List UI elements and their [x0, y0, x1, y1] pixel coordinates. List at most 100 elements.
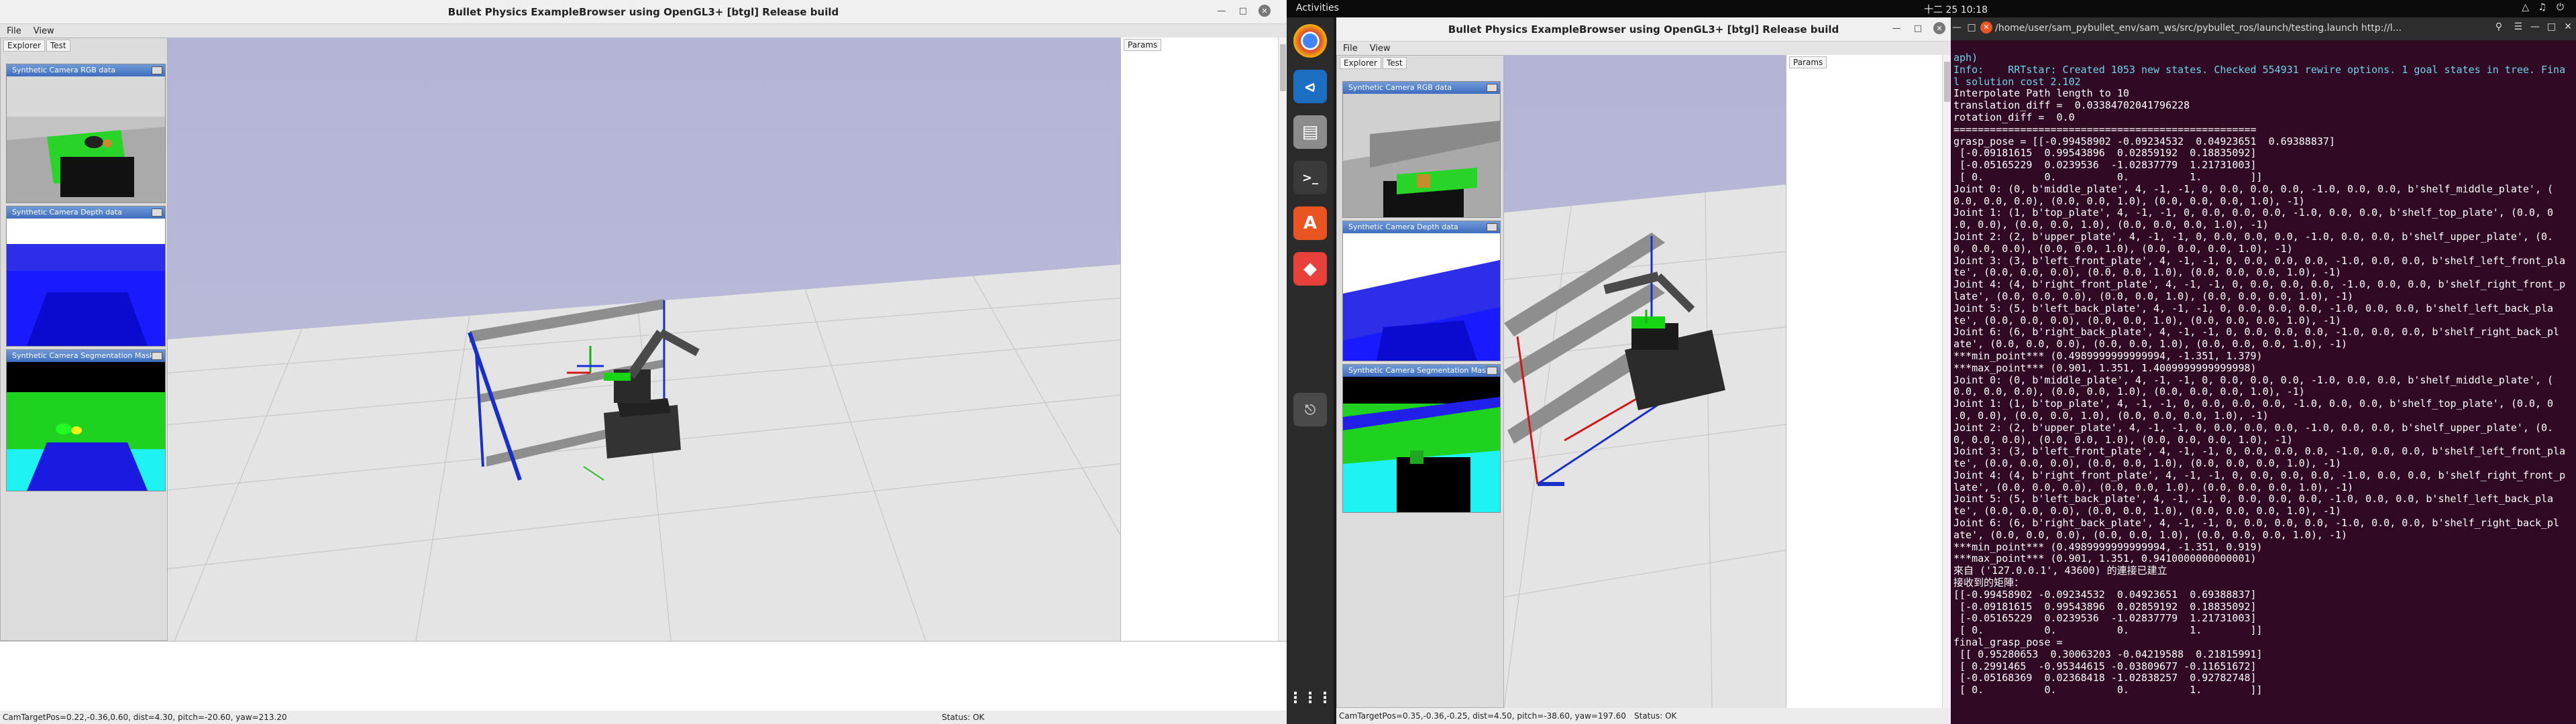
terminal-line: [ 0.2991465 -0.95344615 -0.03809677 -0.1… [1953, 660, 2257, 672]
menu-view[interactable]: View [1370, 44, 1391, 54]
vertical-scrollbar[interactable] [1942, 55, 1951, 708]
terminal-line: 0, 0.0, 0.0), (0.0, 0.0, 1.0), (0.0, 0.0… [1953, 243, 2293, 255]
depth-image [7, 219, 165, 346]
camera-status: CamTargetPos=0.22,-0.36,0.60, dist=4.30,… [3, 713, 287, 722]
terminal-line: Joint 3: (3, b'left_front_plate', 4, -1,… [1953, 255, 2566, 267]
apps-grid-icon[interactable]: ⋮⋮⋮ [1288, 681, 1332, 715]
maximize-icon[interactable]: □ [2547, 21, 2556, 32]
terminal-output[interactable]: aph) Info: RRTstar: Created 1053 new stat… [1953, 52, 2568, 723]
terminal-line: 接收到的矩陣： [1953, 577, 2025, 589]
maximize-icon[interactable]: □ [1966, 21, 1978, 34]
terminal-line: .0, 0.0), (0.0, 0.0, 1.0), (0.0, 0.0, 0.… [1953, 410, 2269, 422]
camera-seg-window: Synthetic Camera Segmentation Mask [1342, 364, 1501, 513]
menu-view[interactable]: View [34, 26, 54, 36]
rgb-image [7, 76, 165, 202]
scrollbar-thumb[interactable] [1280, 44, 1286, 91]
rgb-image [1343, 94, 1500, 217]
menu-file[interactable]: File [7, 26, 21, 36]
terminal-line: 0.0, 0.0, 0.0), (0.0, 0.0, 1.0), (0.0, 0… [1953, 386, 2305, 398]
chrome-icon[interactable] [1293, 24, 1327, 58]
tab-test[interactable]: Test [46, 40, 70, 52]
maximize-icon[interactable]: □ [1912, 22, 1924, 34]
maximize-icon[interactable]: □ [1237, 5, 1249, 17]
terminal-line: ========================================… [1953, 123, 2257, 135]
menu-bar: File View [0, 24, 1287, 38]
console-output[interactable] [0, 641, 1287, 711]
window-titlebar[interactable]: Bullet Physics ExampleBrowser using Open… [0, 0, 1287, 24]
terminal-line: [-0.09181615 0.99543896 0.02859192 0.188… [1953, 601, 2257, 613]
software-icon[interactable]: A [1293, 206, 1327, 240]
terminal-icon[interactable]: >_ [1293, 161, 1327, 194]
terminal-line: late', (0.0, 0.0, 0.0), (0.0, 0.0, 1.0),… [1953, 481, 2354, 493]
menu-icon[interactable]: ☰ [2514, 21, 2522, 32]
close-icon[interactable]: ✕ [1258, 5, 1271, 17]
volume-icon[interactable]: ♫ [2538, 2, 2546, 13]
pybullet-window-right: Bullet Physics ExampleBrowser using Open… [1336, 17, 1951, 724]
tab-params[interactable]: Params [1789, 56, 1827, 68]
collapse-icon[interactable] [152, 352, 162, 360]
minimize-icon[interactable]: — [1216, 5, 1228, 17]
segmentation-image [7, 362, 165, 491]
terminal-line: Joint 4: (4, b'right_front_plate', 4, -1… [1953, 469, 2566, 481]
segmentation-image [1343, 377, 1500, 512]
camera-rgb-title: Synthetic Camera RGB data [12, 66, 116, 74]
search-icon[interactable]: ⚲ [2496, 21, 2502, 32]
3d-viewport[interactable]: Explorer Test Synthetic Camera RGB data … [1336, 55, 1942, 708]
power-icon[interactable]: ⏻ [2557, 2, 2564, 13]
collapse-icon[interactable] [152, 208, 162, 217]
terminal-line: Joint 4: (4, b'right_front_plate', 4, -1… [1953, 279, 2566, 291]
menu-file[interactable]: File [1343, 44, 1358, 54]
git-icon[interactable]: ◆ [1293, 252, 1327, 286]
window-controls: — □ ✕ [1951, 21, 1992, 34]
window-title: Bullet Physics ExampleBrowser using Open… [447, 5, 839, 18]
terminal-line: Joint 0: (0, b'middle_plate', 4, -1, -1,… [1953, 183, 2554, 195]
terminal-window: — □ ✕ /home/user/sam_pybullet_env/sam_ws… [1951, 17, 2576, 724]
params-panel: Params [1786, 55, 1942, 708]
collapse-icon[interactable] [152, 66, 162, 74]
terminal-line: Info: RRTstar: Created 1053 new states. … [1953, 64, 2566, 76]
files-icon[interactable]: ▤ [1293, 115, 1327, 149]
collapse-icon[interactable] [1487, 367, 1497, 375]
minimize-icon[interactable]: — [1951, 21, 1963, 34]
terminal-line: grasp_pose = [[-0.99458902 -0.09234532 0… [1953, 135, 2335, 147]
status-bar: CamTargetPos=0.35,-0.36,-0.25, dist=4.50… [1336, 708, 1951, 724]
scrollbar-thumb[interactable] [1944, 62, 1950, 102]
minimize-icon[interactable]: — [1890, 22, 1902, 34]
camera-rgb-window: Synthetic Camera RGB data [6, 64, 166, 203]
terminal-line: 0, 0.0, 0.0), (0.0, 0.0, 1.0), (0.0, 0.0… [1953, 434, 2293, 446]
scene-render [0, 252, 1278, 641]
collapse-icon[interactable] [1487, 84, 1497, 92]
3d-viewport[interactable]: Explorer Test Synthetic Camera RGB data [0, 38, 1278, 641]
terminal-line: Joint 5: (5, b'left_back_plate', 4, -1, … [1953, 493, 2554, 505]
camera-depth-title: Synthetic Camera Depth data [1348, 223, 1458, 231]
clock[interactable]: 十二 25 10:18 [1924, 3, 1988, 16]
terminal-line: Joint 6: (6, b'right_back_plate', 4, -1,… [1953, 518, 2560, 530]
tab-params[interactable]: Params [1124, 39, 1162, 51]
gnome-top-bar: Activities 十二 25 10:18 △ ♫ ⏻ [1287, 0, 2576, 17]
terminal-line: final_grasp_pose = [1953, 637, 2063, 649]
usb-icon[interactable]: ⎋ [1293, 393, 1327, 426]
terminal-title: /home/user/sam_pybullet_env/sam_ws/src/p… [1995, 23, 2402, 34]
tab-explorer[interactable]: Explorer [3, 40, 45, 52]
terminal-line: [-0.09181615 0.99543896 0.02859192 0.188… [1953, 147, 2257, 160]
terminal-line: 來自 ('127.0.0.1', 43600) 的連接已建立 [1953, 565, 2167, 577]
close-icon[interactable]: ✕ [1980, 21, 1992, 34]
minimize-icon[interactable]: — [2530, 21, 2540, 32]
terminal-line: ***min_point*** (0.4989999999999994, -1.… [1953, 350, 2263, 362]
tab-explorer[interactable]: Explorer [1340, 57, 1381, 69]
close-icon[interactable]: ✕ [1933, 22, 1945, 34]
tab-test[interactable]: Test [1382, 57, 1407, 69]
camera-rgb-title: Synthetic Camera RGB data [1348, 83, 1452, 92]
vertical-scrollbar[interactable] [1278, 38, 1287, 641]
terminal-line: rotation_diff = 0.0 [1953, 111, 2075, 123]
close-icon[interactable]: ✕ [2564, 21, 2572, 32]
vscode-icon[interactable]: ⪦ [1293, 70, 1327, 103]
window-titlebar[interactable]: Bullet Physics ExampleBrowser using Open… [1336, 17, 1951, 42]
collapse-icon[interactable] [1487, 223, 1497, 231]
terminal-line: Interpolate Path length to 10 [1953, 88, 2129, 100]
terminal-line: ***max_point*** (0.901, 1.351, 0.9410000… [1953, 553, 2257, 565]
network-icon[interactable]: △ [2522, 2, 2529, 13]
terminal-header[interactable]: — □ ✕ /home/user/sam_pybullet_env/sam_ws… [1951, 17, 2576, 40]
activities-button[interactable]: Activities [1296, 3, 1339, 13]
menu-bar: File View [1336, 42, 1951, 55]
